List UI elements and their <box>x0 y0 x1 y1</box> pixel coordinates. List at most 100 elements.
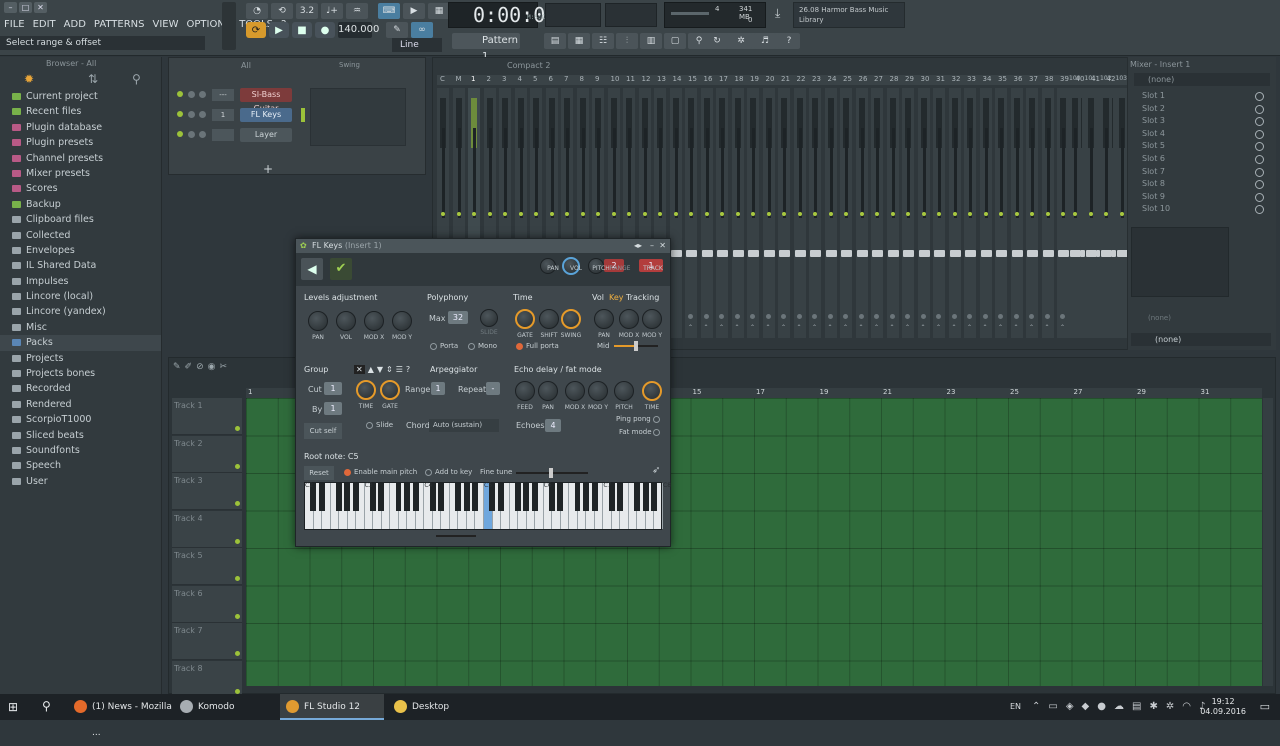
news-panel[interactable]: 26.08 Harmor Bass Music Library <box>793 2 905 28</box>
max-poly-value[interactable]: 32 <box>448 311 468 324</box>
channel-mute-led[interactable] <box>177 91 183 97</box>
channel-vol-knob[interactable] <box>199 111 206 118</box>
channel-rack-icon[interactable]: ☷ <box>592 33 614 49</box>
mixer-send-knob[interactable] <box>734 314 740 319</box>
settings-icon[interactable]: ✲ <box>730 33 752 49</box>
browser-item[interactable]: User <box>0 474 161 489</box>
mixer-route-arrow-icon[interactable]: ⌃ <box>781 324 786 331</box>
language-indicator[interactable]: EN <box>1010 702 1021 711</box>
metronome-icon[interactable]: ♒ <box>346 3 368 19</box>
mixer-strip[interactable]: ⌃ <box>995 88 1007 338</box>
mixer-fader[interactable] <box>825 250 837 257</box>
mixer-input-select[interactable]: (none) <box>1134 73 1270 86</box>
mixer-fader[interactable] <box>701 250 713 257</box>
track-mute-led[interactable] <box>235 613 240 619</box>
tray-wifi-icon[interactable]: ◠ <box>1182 701 1191 712</box>
arp-random-icon[interactable]: ☰ <box>396 365 403 374</box>
mixer-strip[interactable]: ⌃ <box>964 88 976 338</box>
mixer-route-led[interactable] <box>813 212 817 216</box>
browser-sort-icon[interactable]: ⇅ <box>88 72 98 86</box>
mixer-strip[interactable]: ⌃ <box>871 88 883 338</box>
channel-pan-knob[interactable] <box>188 131 195 138</box>
mixer-route-led[interactable] <box>1061 212 1065 216</box>
browser-item[interactable]: Collected <box>0 228 161 243</box>
mixer-fader[interactable] <box>670 250 682 257</box>
feed-knob[interactable] <box>515 381 535 401</box>
pattern-song-toggle-icon[interactable]: ◔ <box>246 3 268 19</box>
pattern-selector[interactable]: Pattern 1 <box>452 33 520 62</box>
tray-shield-icon[interactable]: ◆ <box>1082 701 1090 712</box>
mixer-send-knob[interactable] <box>781 314 786 319</box>
ping-pong-radio[interactable] <box>653 416 660 423</box>
arp-off-icon[interactable]: ✕ <box>354 365 365 374</box>
mixer-route-arrow-icon[interactable]: ⌃ <box>998 324 1003 331</box>
mixer-route-led[interactable] <box>549 212 554 216</box>
recording-icon[interactable]: ▦ <box>428 3 450 19</box>
mixer-fader[interactable] <box>794 250 806 257</box>
add-channel-button[interactable]: + <box>263 162 273 176</box>
track-mute-led[interactable] <box>235 501 240 506</box>
mixer-strip[interactable]: ⌃ <box>917 88 930 338</box>
plugin-close-icon[interactable]: ✕ <box>659 239 666 253</box>
mixer-route-led[interactable] <box>735 212 740 216</box>
mixer-route-led[interactable] <box>890 212 895 216</box>
mixer-strip[interactable]: ⌃ <box>1041 88 1054 338</box>
mod-x-knob[interactable] <box>619 309 639 329</box>
mixer-route-led[interactable] <box>952 212 957 216</box>
track-mute-led[interactable] <box>235 426 240 431</box>
track-mute-led[interactable] <box>235 688 240 694</box>
mixer-route-led[interactable] <box>844 212 848 216</box>
mixer-route-led[interactable] <box>518 212 523 216</box>
help-icon[interactable]: ? <box>778 33 800 49</box>
menu-edit[interactable]: EDIT <box>29 19 60 30</box>
minimize-icon[interactable]: – <box>4 2 17 13</box>
mixer-strip[interactable] <box>1115 88 1128 338</box>
mixer-route-arrow-icon[interactable]: ⌃ <box>936 324 941 331</box>
mixer-fader[interactable] <box>1058 250 1069 257</box>
arp-up-icon[interactable]: ▲ <box>368 365 374 374</box>
eq-graph[interactable] <box>1131 227 1229 297</box>
mixer-fader[interactable] <box>980 250 992 257</box>
track-header[interactable]: Track 1 <box>172 398 242 435</box>
mixer-send-knob[interactable] <box>796 314 802 319</box>
mixer-fx-slot[interactable]: Slot 1 <box>1128 90 1276 103</box>
arp-down-icon[interactable]: ▼ <box>377 365 383 374</box>
mixer-fx-slot[interactable]: Slot 9 <box>1128 191 1276 204</box>
mixer-fader[interactable] <box>763 250 775 257</box>
mixer-fx-slot[interactable]: Slot 4 <box>1128 128 1276 141</box>
speaker-icon[interactable]: ◀ <box>301 258 323 280</box>
browser-item[interactable]: Mixer presets <box>0 166 161 181</box>
mixer-route-led[interactable] <box>1119 212 1124 216</box>
microphone-icon[interactable]: ♬ <box>754 33 776 49</box>
mixer-route-led[interactable] <box>983 212 988 216</box>
record-icon[interactable]: ● <box>315 22 335 38</box>
mixer-route-arrow-icon[interactable]: ⌃ <box>766 324 771 331</box>
mixer-route-led[interactable] <box>875 212 879 216</box>
mixer-route-led[interactable] <box>1073 212 1077 216</box>
mixer-route-led[interactable] <box>596 212 600 216</box>
pan-knob[interactable] <box>538 381 558 401</box>
plugin-arrows-icon[interactable]: ◂▸ <box>634 239 642 253</box>
channel-mixer-track[interactable] <box>212 129 234 141</box>
playlist-scrollbar[interactable] <box>1263 398 1273 686</box>
step-edit-icon[interactable]: ▶ <box>403 3 425 19</box>
mixer-fx-slot[interactable]: Slot 3 <box>1128 115 1276 128</box>
mixer-route-led[interactable] <box>441 212 445 216</box>
shift-knob[interactable] <box>539 309 559 329</box>
add-to-key-radio[interactable] <box>425 469 432 476</box>
echoes-value[interactable]: 4 <box>545 419 561 432</box>
full-porta-radio[interactable] <box>516 343 523 350</box>
mixer-route-arrow-icon[interactable]: ⌃ <box>1060 324 1065 331</box>
playlist-slice-icon[interactable]: ✂ <box>220 362 228 372</box>
browser-item[interactable]: Plugin database <box>0 120 161 135</box>
loop-icon[interactable]: ⟲ <box>271 3 293 19</box>
mixer-route-arrow-icon[interactable]: ⌃ <box>967 324 972 331</box>
mixer-route-arrow-icon[interactable]: ⌃ <box>704 324 709 331</box>
mixer-icon[interactable]: ⫶ <box>616 33 638 49</box>
mixer-send-knob[interactable] <box>998 314 1003 319</box>
mixer-fader[interactable] <box>1085 250 1097 257</box>
mixer-strip[interactable]: ⌃ <box>809 88 821 338</box>
mixer-route-led[interactable] <box>921 212 926 216</box>
browser-item[interactable]: Rendered <box>0 397 161 412</box>
mixer-route-arrow-icon[interactable]: ⌃ <box>828 324 833 331</box>
